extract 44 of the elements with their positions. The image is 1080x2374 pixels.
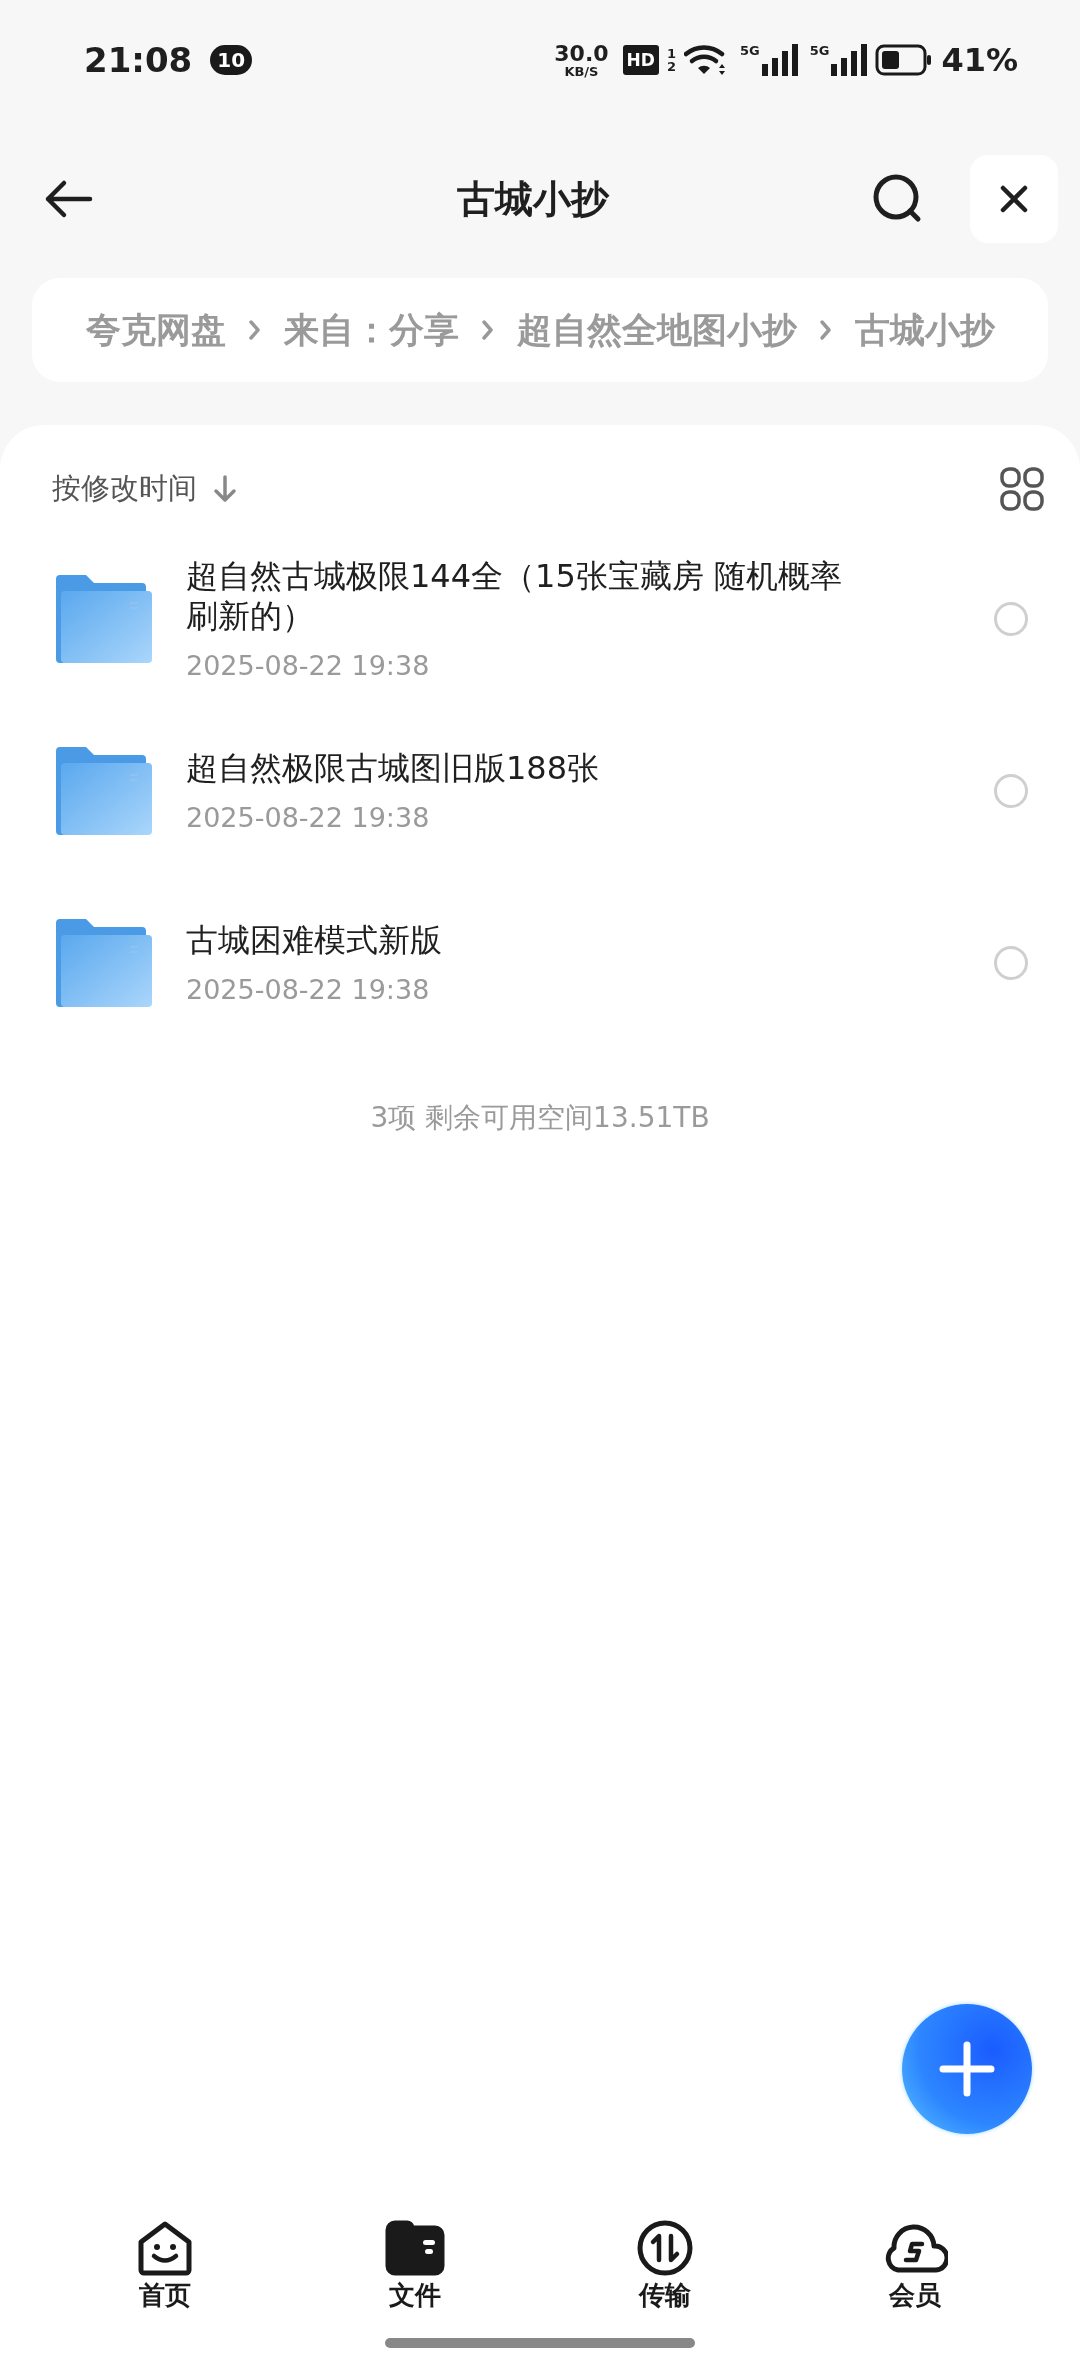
file-row[interactable]: 超自然古城极限144全（15张宝藏房 随机概率刷新的） 2025-08-22 19:38	[0, 533, 1080, 705]
network-type-label: 5G	[809, 44, 830, 57]
file-date: 2025-08-22 19:38	[186, 974, 431, 1005]
wifi-icon	[683, 44, 728, 76]
close-button[interactable]	[970, 155, 1058, 243]
nav-tab[interactable]: 会员	[835, 2219, 995, 2314]
file-date: 2025-08-22 19:38	[186, 802, 431, 833]
signal-icon	[759, 44, 798, 76]
nav-tab[interactable]: 首页	[85, 2219, 245, 2314]
sim-number: 1	[666, 47, 676, 60]
battery-percent: 41%	[941, 41, 1018, 79]
file-name: 古城困难模式新版	[186, 921, 443, 960]
nav-tab[interactable]: 文件	[335, 2219, 495, 2314]
hd-badge: HD	[622, 45, 659, 75]
nav-tab[interactable]: 传输	[585, 2219, 745, 2314]
signal-icon	[829, 44, 868, 76]
down-arrow-icon	[211, 473, 239, 505]
chevron-icon	[247, 318, 262, 342]
chevron-icon	[818, 318, 833, 342]
folder-icon	[56, 919, 152, 1007]
chevron-icon	[480, 318, 495, 342]
close-icon	[999, 184, 1029, 214]
file-row[interactable]: 超自然极限古城图旧版188张 2025-08-22 19:38	[0, 705, 1080, 877]
battery-icon	[875, 44, 934, 76]
folder-icon	[56, 575, 152, 663]
sim-number: 2	[666, 60, 676, 73]
page-title: 古城小抄	[456, 175, 611, 223]
storage-summary: 3项 剩余可用空间13.51TB	[369, 1100, 711, 1136]
file-name: 超自然古城极限144全（15张宝藏房 随机概率刷新的）	[186, 557, 843, 636]
select-checkbox[interactable]	[994, 946, 1028, 980]
file-name: 超自然极限古城图旧版188张	[186, 749, 601, 788]
plus-icon	[939, 2041, 995, 2097]
folder-icon	[56, 747, 152, 835]
file-date: 2025-08-22 19:38	[186, 649, 431, 681]
select-checkbox[interactable]	[994, 602, 1028, 636]
file-row[interactable]: 古城困难模式新版 2025-08-22 19:38	[0, 877, 1080, 1049]
network-speed-unit: KB/S	[564, 64, 599, 78]
network-speed: 30.0	[554, 42, 609, 65]
grid-view-button[interactable]	[1000, 467, 1044, 511]
select-checkbox[interactable]	[994, 774, 1028, 808]
network-type-label: 5G	[739, 44, 760, 57]
notification-count-badge: 10	[210, 45, 253, 75]
sort-button[interactable]: 按修改时间	[52, 469, 239, 509]
status-time: 21:08	[84, 40, 193, 80]
